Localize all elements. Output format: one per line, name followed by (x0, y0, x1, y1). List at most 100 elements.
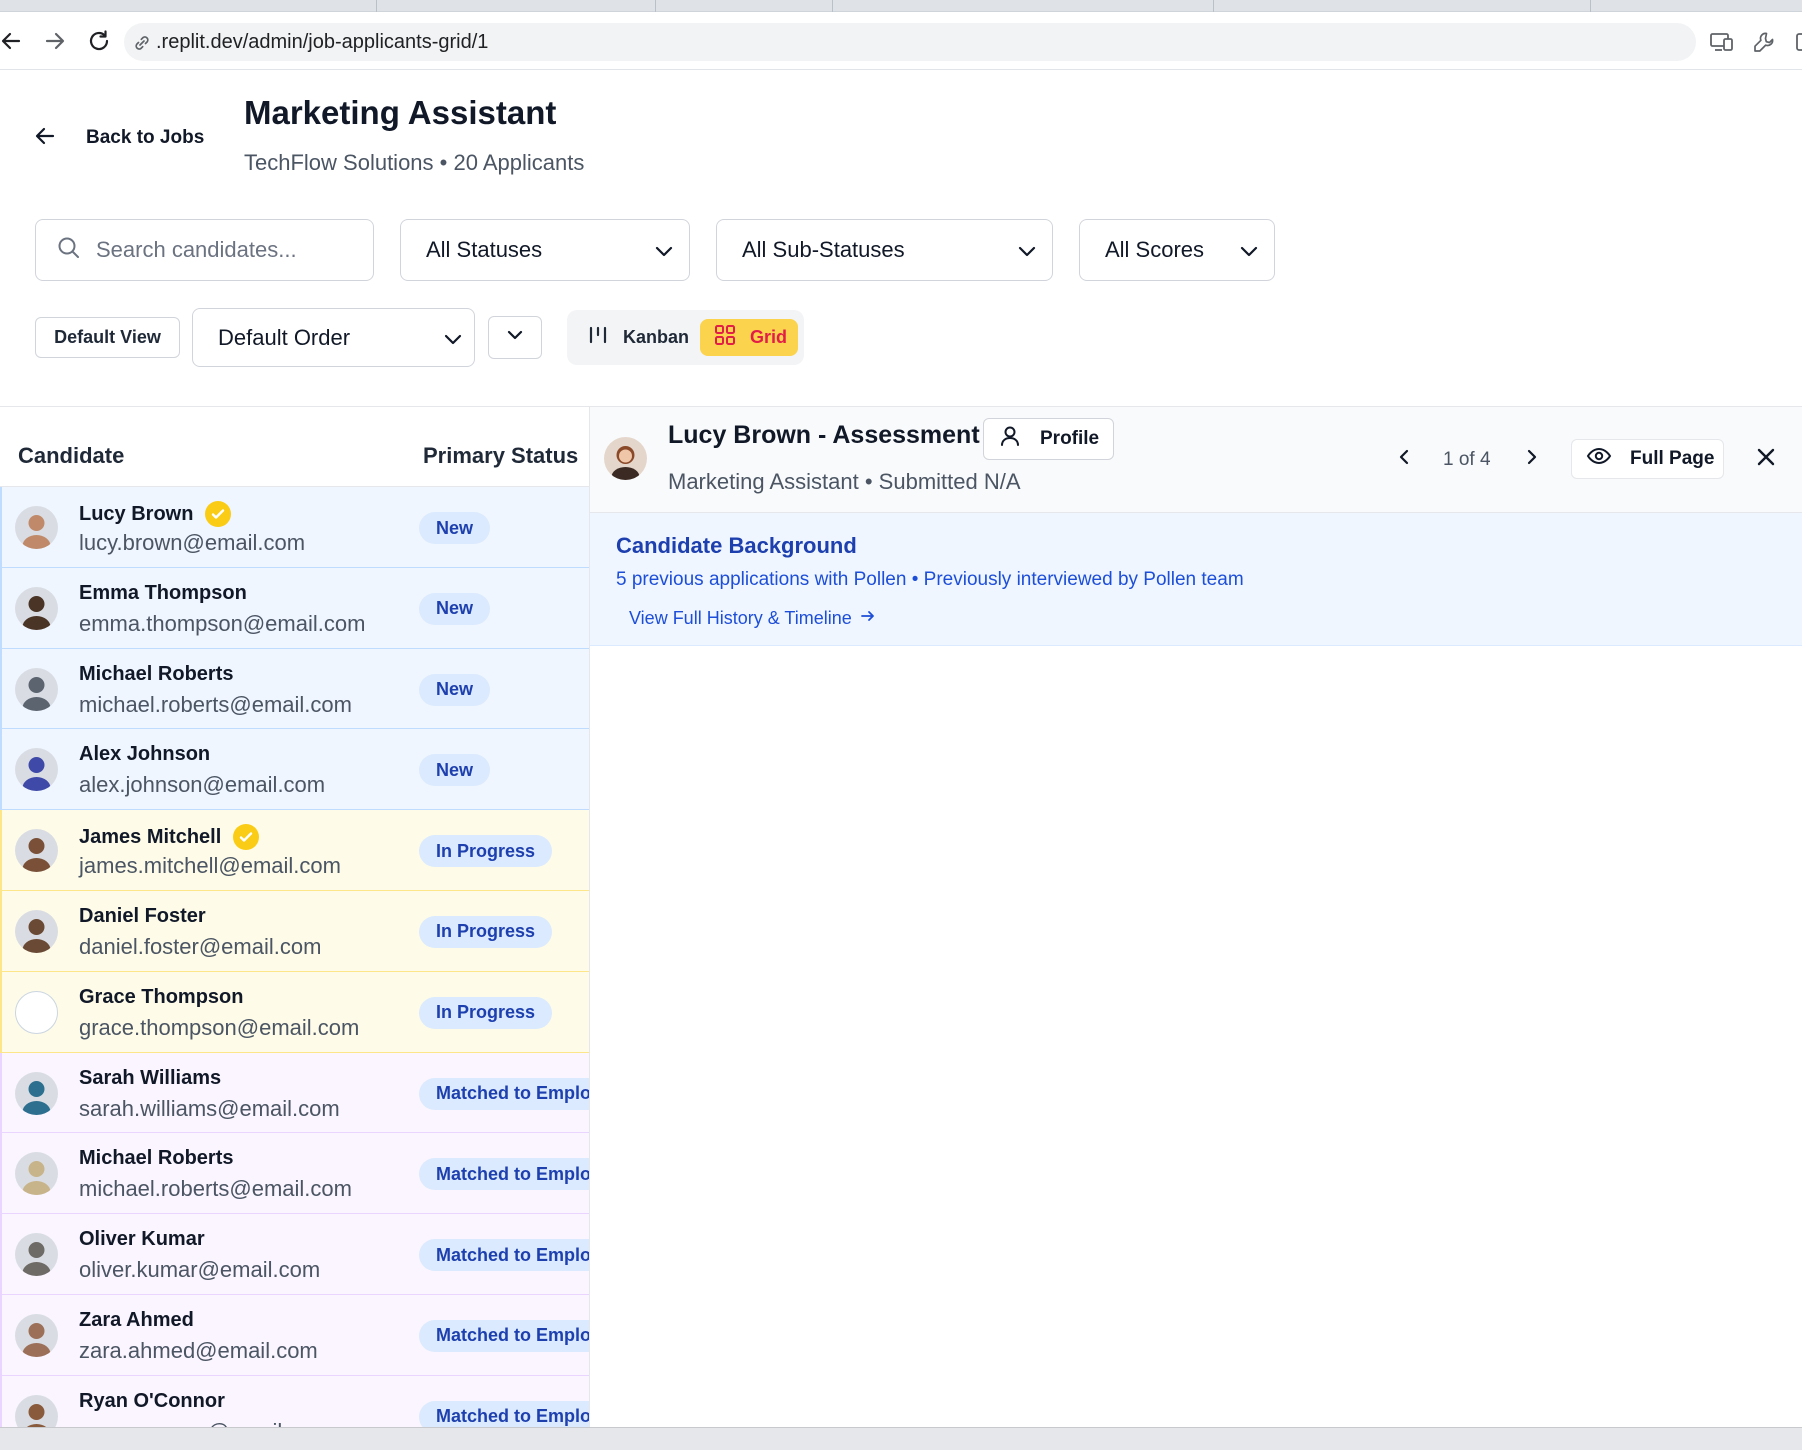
avatar (15, 829, 58, 873)
candidate-name: James Mitchell (79, 824, 260, 851)
previous-candidate-button[interactable] (1390, 445, 1418, 473)
browser-reload-icon[interactable] (84, 26, 114, 56)
next-candidate-button[interactable] (1518, 445, 1546, 473)
chevron-right-icon (1522, 447, 1542, 472)
candidate-rows: Lucy Brown lucy.brown@email.com New Emma Th… (0, 487, 589, 1427)
candidate-email: daniel.foster@email.com (79, 933, 322, 959)
order-select[interactable]: Default Order (192, 308, 475, 367)
kanban-label: Kanban (623, 327, 690, 347)
candidate-list-header: Candidate Primary Status (0, 407, 589, 487)
candidate-email: sarah.williams@email.com (79, 1095, 340, 1121)
candidate-list: Candidate Primary Status Lucy Brown lucy.… (0, 407, 590, 1427)
status-badge: Matched to Emplo (419, 1077, 589, 1110)
window-bottom-edge (0, 1427, 1802, 1450)
user-icon (998, 424, 1022, 454)
avatar (15, 1233, 58, 1277)
candidate-name-text: Sarah Williams (79, 1066, 222, 1089)
table-row[interactable]: Ryan O'Connor ryan.oconnor@email.com Match… (0, 1375, 589, 1427)
search-input[interactable]: Search candidates... (35, 219, 374, 281)
search-icon (56, 235, 82, 266)
arrow-left-icon (34, 125, 56, 152)
chevron-down-icon (505, 325, 525, 350)
assessment-panel: Lucy Brown - Assessment Profile Marketin… (590, 407, 1802, 1427)
candidate-name: Oliver Kumar (79, 1228, 205, 1251)
arrow-right-icon (860, 608, 876, 629)
back-to-jobs-button[interactable]: Back to Jobs (34, 124, 204, 152)
candidate-name-text: Emma Thompson (79, 581, 247, 604)
site-info-icon[interactable] (132, 33, 152, 58)
table-row[interactable]: Emma Thompson emma.thompson@email.com New (0, 567, 589, 649)
status-badge: New (419, 592, 491, 625)
tab-divider (376, 0, 377, 12)
kanban-view-button[interactable]: Kanban (579, 319, 695, 356)
candidate-name: Emma Thompson (79, 582, 247, 605)
status-badge: Matched to Emplo (419, 1239, 589, 1272)
avatar (15, 586, 58, 630)
browser-forward-icon[interactable] (40, 26, 70, 56)
candidate-name-text: Ryan O'Connor (79, 1389, 225, 1412)
grid-label: Grid (750, 327, 788, 347)
candidate-name: Michael Roberts (79, 1147, 233, 1170)
column-header-primary-status: Primary Status (423, 443, 579, 468)
eye-icon (1586, 446, 1612, 472)
chevron-down-icon (1238, 240, 1260, 267)
address-url: .replit.dev/admin/job-applicants-grid/1 (156, 30, 489, 53)
browser-back-icon[interactable] (0, 26, 26, 56)
tab-divider (1590, 0, 1591, 12)
scores-select[interactable]: All Scores (1079, 219, 1275, 281)
candidate-name: Sarah Williams (79, 1067, 221, 1090)
table-row[interactable]: Oliver Kumar oliver.kumar@email.com Matche… (0, 1214, 589, 1295)
avatar (15, 1394, 58, 1427)
avatar (15, 748, 58, 792)
assessment-header: Lucy Brown - Assessment Profile Marketin… (590, 407, 1802, 513)
full-page-button[interactable]: Full Page (1571, 439, 1724, 479)
candidate-email: oliver.kumar@email.com (79, 1257, 321, 1283)
candidate-email: lucy.brown@email.com (79, 530, 306, 555)
default-view-button[interactable]: Default View (35, 317, 180, 358)
candidate-name: Grace Thompson (79, 986, 243, 1009)
table-row[interactable]: Sarah Williams sarah.williams@email.com Ma… (0, 1052, 589, 1134)
scores-select-value: All Scores (1105, 237, 1205, 262)
sort-direction-button[interactable] (488, 316, 542, 359)
table-row[interactable]: Daniel Foster daniel.foster@email.com In P… (0, 890, 589, 972)
column-header-candidate: Candidate (18, 443, 125, 468)
candidate-name: Lucy Brown (79, 501, 232, 527)
status-select[interactable]: All Statuses (400, 219, 690, 281)
table-row[interactable]: James Mitchell james.mitchell@email.com In… (0, 810, 589, 891)
device-icon[interactable] (1707, 28, 1737, 56)
profile-button[interactable]: Profile (983, 418, 1114, 460)
avatar (15, 1071, 58, 1115)
table-row[interactable]: Michael Roberts michael.roberts@email.com… (0, 1133, 589, 1215)
close-icon (1756, 447, 1776, 472)
table-row[interactable]: Michael Roberts michael.roberts@email.com… (0, 648, 589, 730)
table-row[interactable]: Lucy Brown lucy.brown@email.com New (0, 487, 589, 568)
chevron-down-icon (1016, 240, 1038, 267)
view-full-history-link[interactable]: View Full History & Timeline (629, 608, 876, 629)
search-placeholder: Search candidates... (96, 237, 297, 262)
status-select-value: All Statuses (426, 237, 543, 262)
full-page-label: Full Page (1630, 448, 1715, 469)
table-row[interactable]: Alex Johnson alex.johnson@email.com New (0, 729, 589, 811)
candidate-email: michael.roberts@email.com (79, 691, 352, 717)
candidate-name-text: Zara Ahmed (79, 1308, 194, 1331)
status-badge: New (419, 673, 491, 706)
candidate-name-text: Michael Roberts (79, 662, 234, 685)
candidate-email: james.mitchell@email.com (79, 853, 341, 879)
status-badge: Matched to Emplo (419, 1158, 589, 1191)
browser-tab-strip (0, 0, 1802, 12)
candidate-name: Ryan O'Connor (79, 1390, 225, 1413)
table-row[interactable]: Zara Ahmed zara.ahmed@email.com Matched to… (0, 1294, 589, 1376)
candidate-background-card: Candidate Background 5 previous applicat… (590, 513, 1802, 646)
table-row[interactable]: Grace Thompson grace.thompson@email.com In… (0, 971, 589, 1053)
candidate-email: emma.thompson@email.com (79, 610, 366, 636)
tab-divider (655, 0, 656, 12)
close-panel-button[interactable] (1751, 444, 1781, 474)
sub-status-select[interactable]: All Sub-Statuses (716, 219, 1053, 281)
candidate-name: Daniel Foster (79, 905, 206, 928)
grid-view-button[interactable]: Grid (700, 319, 798, 356)
candidate-name-text: Lucy Brown (79, 502, 194, 525)
avatar (15, 990, 58, 1034)
wrench-icon[interactable] (1749, 28, 1779, 56)
sidepanel-icon[interactable] (1787, 28, 1802, 56)
address-bar[interactable]: .replit.dev/admin/job-applicants-grid/1 (124, 23, 1696, 61)
